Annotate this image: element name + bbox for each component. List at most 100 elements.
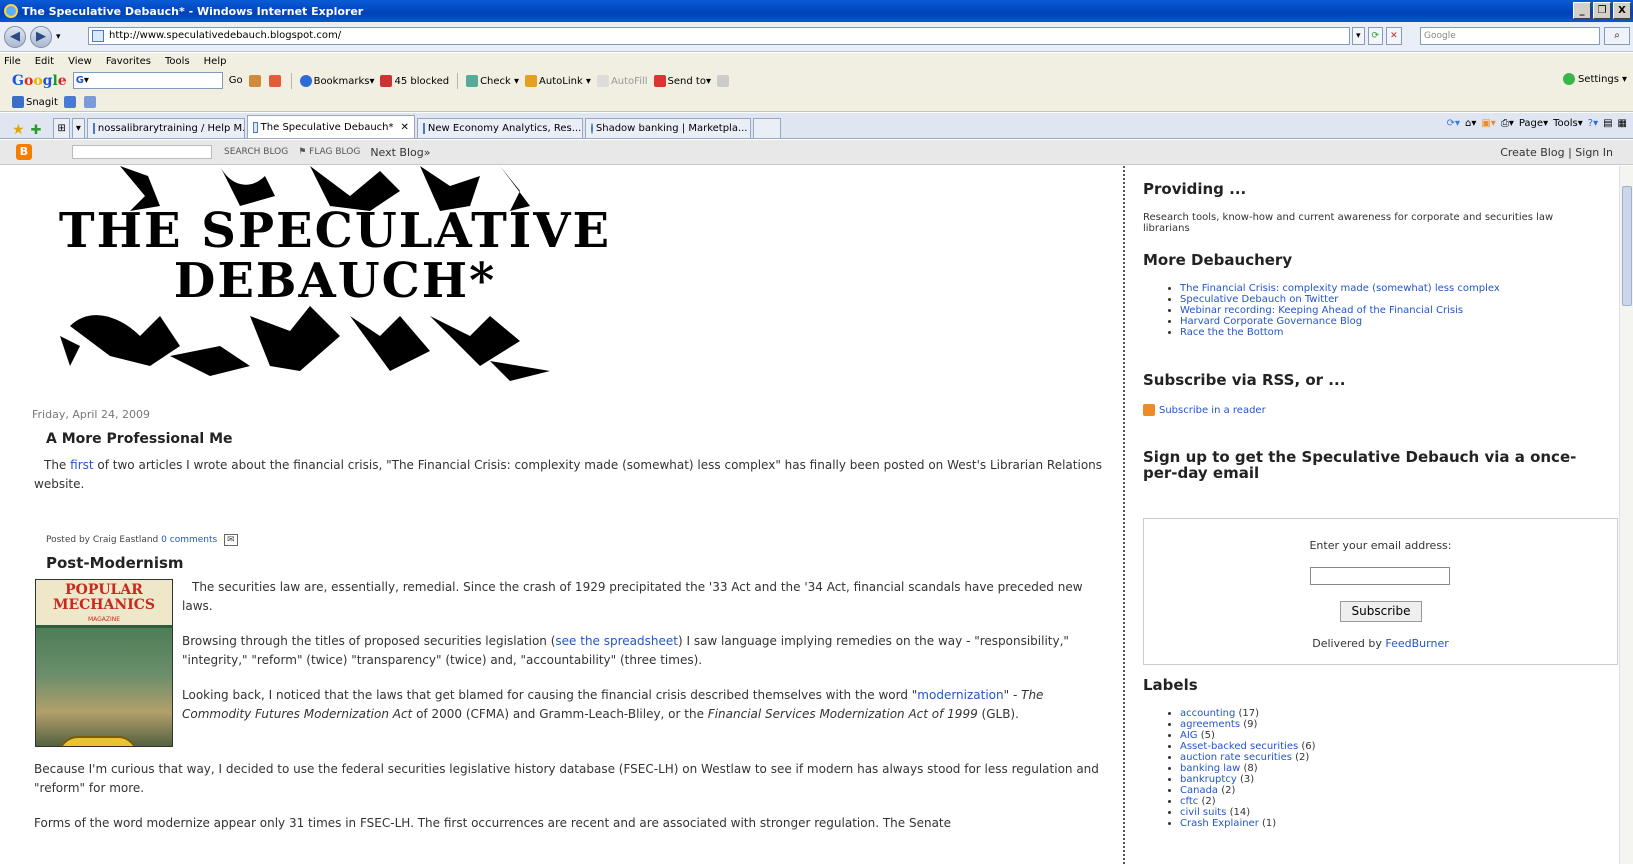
search-blog-button[interactable]: SEARCH BLOG bbox=[224, 147, 288, 157]
tools-menu[interactable]: Tools▾ bbox=[1553, 118, 1583, 129]
email-field[interactable] bbox=[1310, 567, 1450, 585]
label-link[interactable]: auction rate securities bbox=[1180, 752, 1292, 763]
connections-icon[interactable]: ⟳▾ bbox=[1447, 118, 1460, 129]
first-article-link[interactable]: first bbox=[70, 458, 93, 472]
label-link[interactable]: agreements bbox=[1180, 719, 1240, 730]
bookmarks-button[interactable]: Bookmarks▾ bbox=[299, 74, 374, 87]
twitter-link[interactable]: Speculative Debauch on Twitter bbox=[1180, 294, 1338, 305]
blocked-button[interactable]: 45 blocked bbox=[380, 74, 449, 87]
research-icon[interactable]: ▤ bbox=[1603, 118, 1612, 129]
spreadsheet-link[interactable]: see the spreadsheet bbox=[555, 634, 678, 648]
vertical-scrollbar[interactable] bbox=[1619, 166, 1633, 864]
history-dropdown-icon[interactable]: ▾ bbox=[56, 32, 61, 42]
menu-file[interactable]: File bbox=[4, 56, 21, 67]
tab-close-icon[interactable]: ✕ bbox=[401, 122, 409, 133]
print-icon[interactable]: ⎙▾ bbox=[1501, 118, 1514, 129]
rss-icon[interactable] bbox=[1143, 404, 1155, 416]
url-text: http://www.speculativedebauch.blogspot.c… bbox=[109, 30, 342, 41]
tab-bar: ★ ✚ ⊞ ▾ nossalibrarytraining / Help M...… bbox=[0, 113, 1633, 139]
list-item: Canada (2) bbox=[1180, 785, 1316, 796]
favorites-star-icon[interactable]: ★ bbox=[12, 122, 25, 138]
next-blog-link[interactable]: Next Blog» bbox=[370, 146, 430, 159]
help-icon[interactable]: ?▾ bbox=[1588, 118, 1598, 129]
label-link[interactable]: accounting bbox=[1180, 708, 1235, 719]
back-button[interactable]: ◀ bbox=[4, 25, 26, 48]
webinar-link[interactable]: Webinar recording: Keeping Ahead of the … bbox=[1180, 305, 1463, 316]
restore-button[interactable]: ❐ bbox=[1593, 2, 1611, 19]
pencil-icon[interactable] bbox=[716, 74, 729, 87]
google-search-input[interactable]: G▾ bbox=[72, 72, 223, 89]
search-input[interactable]: Google bbox=[1420, 27, 1600, 45]
list-item: Harvard Corporate Governance Blog bbox=[1180, 316, 1500, 327]
label-link[interactable]: Asset-backed securities bbox=[1180, 741, 1298, 752]
google-go-button[interactable]: Go bbox=[229, 75, 243, 86]
sendto-button[interactable]: Send to▾ bbox=[653, 74, 711, 87]
feedburner-link[interactable]: FeedBurner bbox=[1385, 637, 1448, 650]
minimize-button[interactable]: _ bbox=[1573, 2, 1591, 19]
menu-edit[interactable]: Edit bbox=[35, 56, 54, 67]
settings-button[interactable]: Settings ▾ bbox=[1562, 73, 1627, 85]
modernization-link[interactable]: modernization bbox=[917, 688, 1003, 702]
label-link[interactable]: banking law bbox=[1180, 763, 1240, 774]
tab-nossalibrary[interactable]: nossalibrarytraining / Help M... bbox=[86, 118, 245, 138]
tab-favicon bbox=[92, 123, 95, 134]
check-button[interactable]: Check ▾ bbox=[466, 74, 519, 87]
subscribe-reader-link[interactable]: Subscribe in a reader bbox=[1159, 405, 1266, 416]
label-link[interactable]: Canada bbox=[1180, 785, 1218, 796]
email-post-icon[interactable]: ✉ bbox=[224, 534, 238, 546]
add-favorites-icon[interactable]: ✚ bbox=[31, 123, 42, 138]
url-field[interactable]: http://www.speculativedebauch.blogspot.c… bbox=[88, 27, 1350, 45]
label-link[interactable]: Crash Explainer bbox=[1180, 818, 1259, 829]
url-dropdown-icon[interactable]: ▾ bbox=[1352, 27, 1365, 45]
delivered-by: Delivered by FeedBurner bbox=[1312, 637, 1449, 650]
list-item: accounting (17) bbox=[1180, 708, 1316, 719]
label-link[interactable]: cftc bbox=[1180, 796, 1198, 807]
snagit-button[interactable]: Snagit bbox=[12, 95, 58, 108]
sign-in-link[interactable]: Sign In bbox=[1575, 146, 1613, 159]
home-icon[interactable]: ⌂▾ bbox=[1465, 118, 1476, 129]
autofill-button[interactable]: AutoFill bbox=[596, 74, 648, 87]
tab-shadow-banking[interactable]: Shadow banking | Marketpla... bbox=[584, 118, 751, 138]
quick-tabs-button[interactable]: ⊞ bbox=[53, 118, 70, 138]
menu-view[interactable]: View bbox=[68, 56, 92, 67]
menu-favorites[interactable]: Favorites bbox=[106, 56, 151, 67]
label-link[interactable]: AIG bbox=[1180, 730, 1198, 741]
label-link[interactable]: bankruptcy bbox=[1180, 774, 1237, 785]
tab-new-economy[interactable]: New Economy Analytics, Res... bbox=[416, 118, 583, 138]
scrollbar-thumb[interactable] bbox=[1622, 186, 1632, 306]
feeds-icon[interactable]: ▣▾ bbox=[1481, 118, 1495, 129]
menu-tools[interactable]: Tools bbox=[165, 56, 190, 67]
race-bottom-link[interactable]: Race the the Bottom bbox=[1180, 327, 1284, 338]
subscribe-button[interactable]: Subscribe bbox=[1340, 601, 1422, 622]
blogger-logo-icon[interactable]: B bbox=[16, 144, 32, 160]
snagit-capture-icon[interactable] bbox=[63, 95, 76, 108]
messenger-icon[interactable]: ▦ bbox=[1618, 118, 1627, 129]
tab-list-button[interactable]: ▾ bbox=[71, 118, 85, 138]
label-link[interactable]: civil suits bbox=[1180, 807, 1226, 818]
comments-link[interactable]: 0 comments bbox=[161, 535, 217, 545]
refresh-icon[interactable]: ⟳ bbox=[1367, 27, 1384, 45]
harvard-blog-link[interactable]: Harvard Corporate Governance Blog bbox=[1180, 316, 1362, 327]
close-button[interactable]: X bbox=[1613, 2, 1631, 19]
menu-help[interactable]: Help bbox=[204, 56, 227, 67]
blogger-links: SEARCH BLOG ⚑ FLAG BLOG Next Blog» bbox=[224, 146, 430, 159]
search-button[interactable]: ⌕ bbox=[1604, 27, 1630, 45]
create-blog-link[interactable]: Create Blog bbox=[1500, 146, 1564, 159]
snagit-open-icon[interactable] bbox=[83, 95, 96, 108]
autolink-button[interactable]: AutoLink ▾ bbox=[525, 74, 591, 87]
new-tab-button[interactable] bbox=[752, 118, 781, 138]
blog-search-input[interactable] bbox=[72, 145, 212, 159]
blogger-account-links: Create Blog | Sign In bbox=[1500, 146, 1613, 159]
tab-speculative-debauch[interactable]: The Speculative Debauch* ✕ bbox=[246, 115, 415, 138]
financial-crisis-link[interactable]: The Financial Crisis: complexity made (s… bbox=[1180, 283, 1500, 294]
post-title-postmodernism[interactable]: Post-Modernism bbox=[46, 554, 184, 572]
forward-button[interactable]: ▶ bbox=[30, 25, 52, 48]
post-title-professional[interactable]: A More Professional Me bbox=[46, 431, 233, 447]
flag-blog-button[interactable]: ⚑ FLAG BLOG bbox=[298, 147, 360, 157]
address-buttons: ▾ ⟳ ✕ bbox=[1352, 27, 1402, 45]
page-menu[interactable]: Page▾ bbox=[1519, 118, 1548, 129]
stop-icon[interactable]: ✕ bbox=[1386, 27, 1402, 45]
popup-icon[interactable] bbox=[268, 74, 281, 87]
labels-heading: Labels bbox=[1143, 676, 1198, 694]
blog-header-image[interactable]: THE SPECULATIVE DEBAUCH* bbox=[50, 166, 620, 388]
